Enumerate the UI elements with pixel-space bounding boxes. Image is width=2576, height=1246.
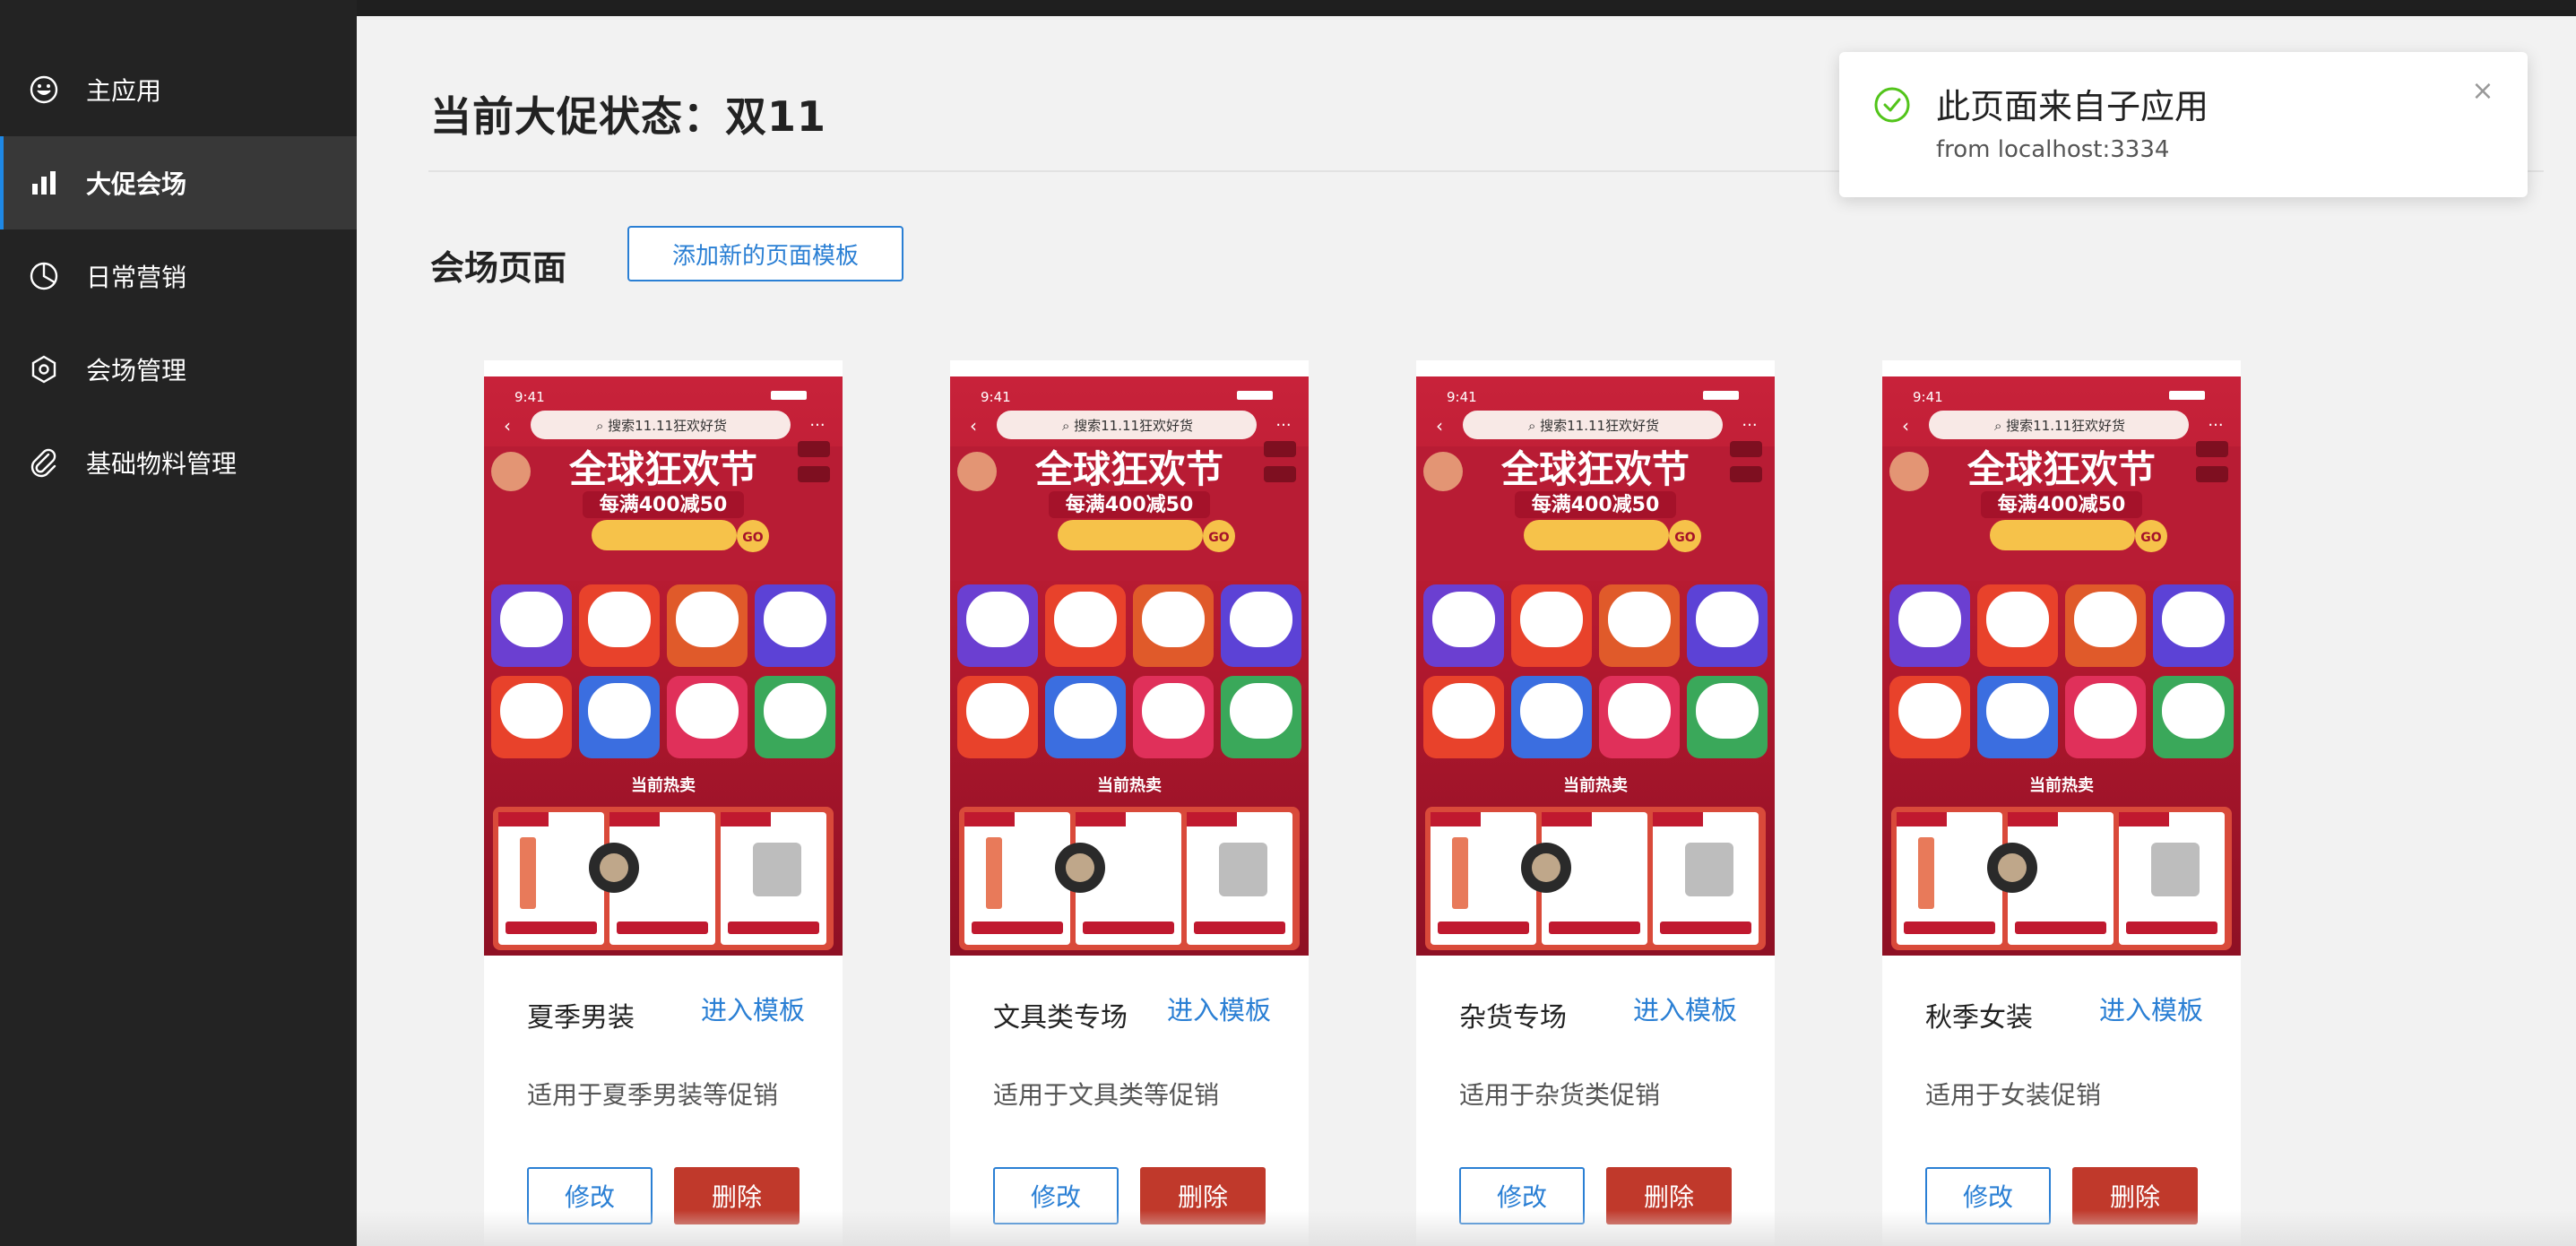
add-template-button[interactable]: 添加新的页面模板 [627,226,903,281]
svg-text:9:41: 9:41 [1913,389,1943,405]
svg-text:···: ··· [1275,416,1291,435]
pie-chart-icon [29,261,59,291]
svg-text:全球狂欢节: 全球狂欢节 [1500,447,1690,491]
sidebar-item-material-management[interactable]: 基础物料管理 [0,416,357,509]
svg-text:GO: GO [2140,531,2161,545]
sidebar-item-label: 大促会场 [86,169,187,199]
bottom-shadow [357,1210,2576,1246]
template-preview-image: 9:41 ‹ ⌕ 搜索11.11狂欢好货 ··· 全球狂欢节 每满400减50 … [950,376,1309,956]
svg-text:⌕ 搜索11.11狂欢好货: ⌕ 搜索11.11狂欢好货 [596,418,727,434]
template-card: 9:41 ‹ ⌕ 搜索11.11狂欢好货 ··· 全球狂欢节 每满400减50 … [950,360,1309,1246]
paperclip-icon [29,447,59,478]
card-description: 适用于女装促销 [1925,1080,2102,1110]
svg-text:9:41: 9:41 [1447,389,1477,405]
main-content: 当前大促状态：双11 会场页面 添加新的页面模板 9:41 ‹ ⌕ 搜索11.1… [357,16,2576,1246]
svg-text:每满400减50: 每满400减50 [1066,493,1194,516]
svg-text:···: ··· [2208,416,2223,435]
sidebar-item-promotion[interactable]: 大促会场 [0,136,357,229]
check-circle-icon [1874,87,1910,123]
svg-text:⌕ 搜索11.11狂欢好货: ⌕ 搜索11.11狂欢好货 [1994,418,2125,434]
sidebar: 主应用 大促会场 日常营销 会场管理 基础物料管理 [0,0,357,1246]
svg-text:当前热卖: 当前热卖 [2029,775,2094,795]
svg-text:9:41: 9:41 [981,389,1011,405]
svg-text:全球狂欢节: 全球狂欢节 [568,447,757,491]
svg-text:···: ··· [809,416,825,435]
svg-text:全球狂欢节: 全球狂欢节 [1967,447,2156,491]
smiley-icon [29,74,59,105]
svg-text:每满400减50: 每满400减50 [1998,493,2126,516]
svg-text:每满400减50: 每满400减50 [600,493,728,516]
sidebar-item-label: 日常营销 [86,263,187,292]
template-card: 9:41 ‹ ⌕ 搜索11.11狂欢好货 ··· 全球狂欢节 每满400减50 … [1882,360,2241,1246]
card-title: 秋季女装 [1925,1002,2033,1034]
svg-text:当前热卖: 当前热卖 [1097,775,1162,795]
svg-text:当前热卖: 当前热卖 [631,775,696,795]
section-title: 会场页面 [430,248,567,288]
bar-chart-icon [29,168,59,198]
svg-text:⌕ 搜索11.11狂欢好货: ⌕ 搜索11.11狂欢好货 [1528,418,1659,434]
svg-text:9:41: 9:41 [514,389,545,405]
svg-text:⌕ 搜索11.11狂欢好货: ⌕ 搜索11.11狂欢好货 [1062,418,1193,434]
toast-subtitle: from localhost:3334 [1936,136,2170,163]
enter-template-link[interactable]: 进入模板 [2099,990,2203,1027]
sidebar-item-label: 基础物料管理 [86,449,238,479]
svg-text:GO: GO [742,531,763,545]
sidebar-item-venue-management[interactable]: 会场管理 [0,323,357,416]
svg-text:全球狂欢节: 全球狂欢节 [1034,447,1223,491]
template-preview-image: 9:41 ‹ ⌕ 搜索11.11狂欢好货 ··· 全球狂欢节 每满400减50 … [1416,376,1775,956]
sidebar-item-label: 会场管理 [86,356,187,385]
hexagon-settings-icon [29,354,59,385]
sidebar-item-label: 主应用 [86,76,162,106]
enter-template-link[interactable]: 进入模板 [1167,990,1271,1027]
svg-text:···: ··· [1742,416,1757,435]
page-title: 当前大促状态：双11 [430,92,827,141]
enter-template-link[interactable]: 进入模板 [1633,990,1737,1027]
template-card: 9:41 ‹ ⌕ 搜索11.11狂欢好货 ··· 全球狂欢节 每满400减50 … [1416,360,1775,1246]
template-card: 9:41 ‹ ⌕ 搜索11.11狂欢好货 ··· 全球狂欢节 每满400减50 … [484,360,843,1246]
toast-title: 此页面来自子应用 [1936,87,2209,126]
template-preview-image: 9:41 ‹ ⌕ 搜索11.11狂欢好货 ··· 全球狂欢节 每满400减50 … [484,376,843,956]
top-bar [0,0,2576,16]
svg-text:每满400减50: 每满400减50 [1532,493,1660,516]
enter-template-link[interactable]: 进入模板 [701,990,805,1027]
svg-text:GO: GO [1208,531,1229,545]
card-description: 适用于夏季男装等促销 [527,1080,779,1110]
notification-toast: 此页面来自子应用 from localhost:3334 × [1839,52,2528,197]
svg-text:‹: ‹ [1902,415,1909,437]
card-description: 适用于文具类等促销 [993,1080,1220,1110]
close-icon[interactable]: × [2470,78,2495,105]
svg-text:‹: ‹ [504,415,511,437]
card-title: 夏季男装 [527,1002,635,1034]
svg-text:‹: ‹ [970,415,977,437]
svg-text:‹: ‹ [1436,415,1443,437]
card-title: 杂货专场 [1459,1002,1567,1034]
card-title: 文具类专场 [993,1002,1128,1034]
svg-text:GO: GO [1674,531,1695,545]
sidebar-item-main-app[interactable]: 主应用 [0,43,357,136]
card-description: 适用于杂货类促销 [1459,1080,1661,1110]
template-preview-image: 9:41 ‹ ⌕ 搜索11.11狂欢好货 ··· 全球狂欢节 每满400减50 … [1882,376,2241,956]
sidebar-item-daily-marketing[interactable]: 日常营销 [0,229,357,323]
svg-text:当前热卖: 当前热卖 [1563,775,1628,795]
